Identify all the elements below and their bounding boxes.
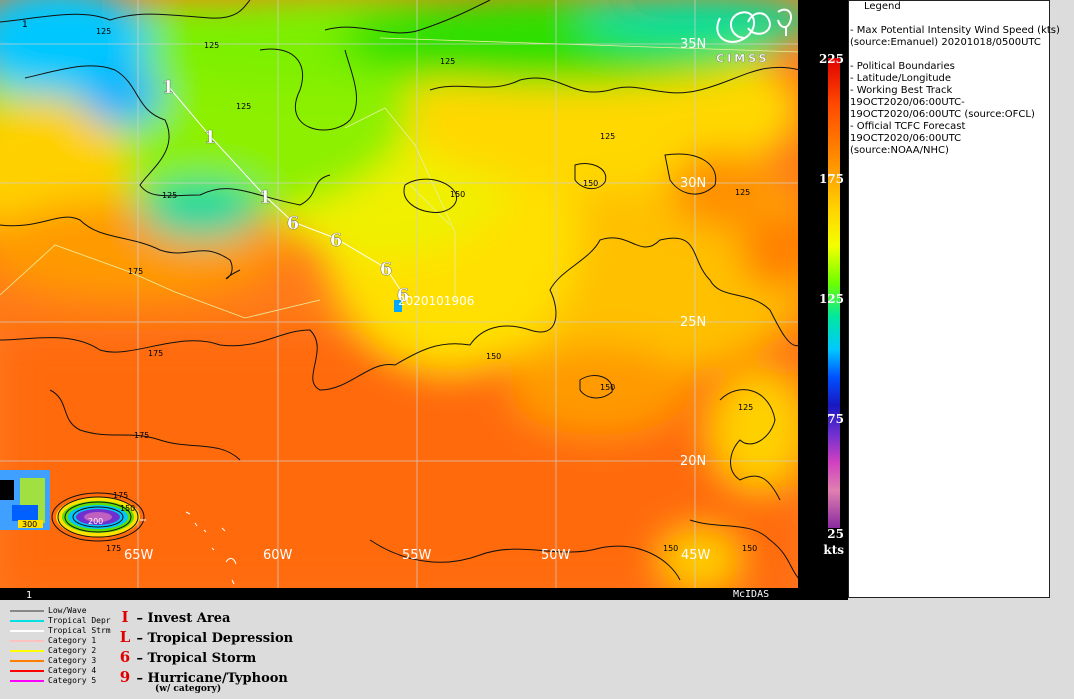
lat-label: 20N (680, 454, 706, 469)
track-legend: Low/Wave Tropical Depr Tropical Strm Cat… (0, 600, 1074, 699)
contour-label: 175 (134, 431, 149, 440)
symbol-legend-item: L – Tropical Depression (119, 628, 294, 646)
colorbar-tick: 75 (827, 412, 844, 426)
track-point: 1 (162, 77, 175, 98)
colorbar-tick: 125 (818, 292, 844, 306)
contour-label: 175 (106, 544, 121, 553)
contour-label: 200 (88, 517, 103, 526)
track-point: 6 (380, 259, 393, 280)
track-point: 1 (204, 127, 217, 148)
line-legend-item: Tropical Strm (10, 626, 120, 636)
contour-label: 125 (738, 403, 753, 412)
contour-label: 125 (600, 132, 615, 141)
track-point: 6 (330, 230, 343, 251)
contour-label: 300 (22, 520, 37, 529)
colorbar-tick: 25 (827, 527, 844, 541)
contour-label: 125 (236, 102, 251, 111)
depression-icon: L (119, 628, 131, 646)
legend-line: 19OCT2020/06:00UTC (850, 133, 962, 144)
legend-line (850, 13, 1049, 25)
line-legend-item: Category 2 (10, 646, 120, 656)
legend-line: 19OCT2020/06:00UTC (source:OFCL) (850, 109, 1035, 120)
lon-label: 55W (402, 548, 432, 563)
legend-line: 19OCT2020/06:00UTC- (850, 97, 965, 108)
legend-line: - Working Best Track (850, 85, 953, 96)
invest-icon: I (121, 608, 129, 626)
colorbar-tick: 175 (818, 172, 844, 186)
legend-panel: Legend - Max Potential Intensity Wind Sp… (848, 0, 1060, 598)
lat-label: 30N (680, 176, 706, 191)
hurricane-icon: 9 (119, 668, 131, 686)
line-legend-item: Low/Wave (10, 606, 120, 616)
track-point: 6 (287, 213, 300, 234)
line-legend-item: Category 3 (10, 656, 120, 666)
contour-label: 150 (450, 190, 465, 199)
colorbar: 225 175 125 75 25 kts (798, 0, 848, 600)
contour-label: 175 (148, 349, 163, 358)
symbol-legend-note: (w/ category) (155, 684, 222, 694)
mcidas-label: McIDAS (733, 589, 769, 600)
symbol-legend-item: 6 – Tropical Storm (119, 648, 257, 666)
mpi-map: 125 125 125 125 125 125 125 125 150 150 … (0, 0, 800, 600)
contour-label: 125 (96, 27, 111, 36)
contour-label: 175 (128, 267, 143, 276)
contour-label: 125 (735, 188, 750, 197)
lon-label: 50W (541, 548, 571, 563)
contour-label: 150 (600, 383, 615, 392)
svg-text:1: 1 (22, 20, 28, 30)
legend-line: - Max Potential Intensity Wind Speed (kt… (850, 25, 1060, 36)
lon-label: 65W (124, 548, 154, 563)
contour-label: 125 (204, 41, 219, 50)
colorbar-units: kts (823, 543, 844, 557)
lon-label: 60W (263, 548, 293, 563)
legend-line: - Latitude/Longitude (850, 73, 952, 84)
legend-line: - Official TCFC Forecast (850, 121, 966, 132)
storm-datetime-label: 2020101906 (398, 294, 474, 308)
legend-line: (source:NOAA/NHC) (850, 145, 949, 156)
contour-label: 150 (583, 179, 598, 188)
line-legend-item: Category 5 (10, 676, 120, 686)
line-legend-item: Category 4 (10, 666, 120, 676)
colorbar-tick: 225 (818, 52, 844, 66)
lat-label: 25N (680, 315, 706, 330)
contour-label: 150 (663, 544, 678, 553)
lat-label: 35N (680, 37, 706, 52)
corner-label: 1 (26, 590, 32, 600)
legend-line: - Political Boundaries (850, 61, 955, 72)
contour-label: 175 (113, 491, 128, 500)
contour-label: 125 (162, 191, 177, 200)
contour-label: 150 (120, 504, 135, 513)
contour-label: 150 (742, 544, 757, 553)
tropical-storm-icon: 6 (119, 648, 131, 666)
legend-line: (source:Emanuel) 20201018/0500UTC (850, 37, 1041, 48)
line-legend-item: Tropical Depr (10, 616, 120, 626)
track-point: 1 (259, 187, 272, 208)
lon-label: 45W (681, 548, 711, 563)
symbol-legend-item: I – Invest Area (118, 608, 230, 626)
contour-label: 150 (486, 352, 501, 361)
line-legend-item: Category 1 (10, 636, 120, 646)
legend-title: Legend (864, 1, 901, 12)
legend-line (850, 49, 1049, 61)
contour-label: 125 (440, 57, 455, 66)
logo-text: CIMSS (716, 52, 769, 65)
